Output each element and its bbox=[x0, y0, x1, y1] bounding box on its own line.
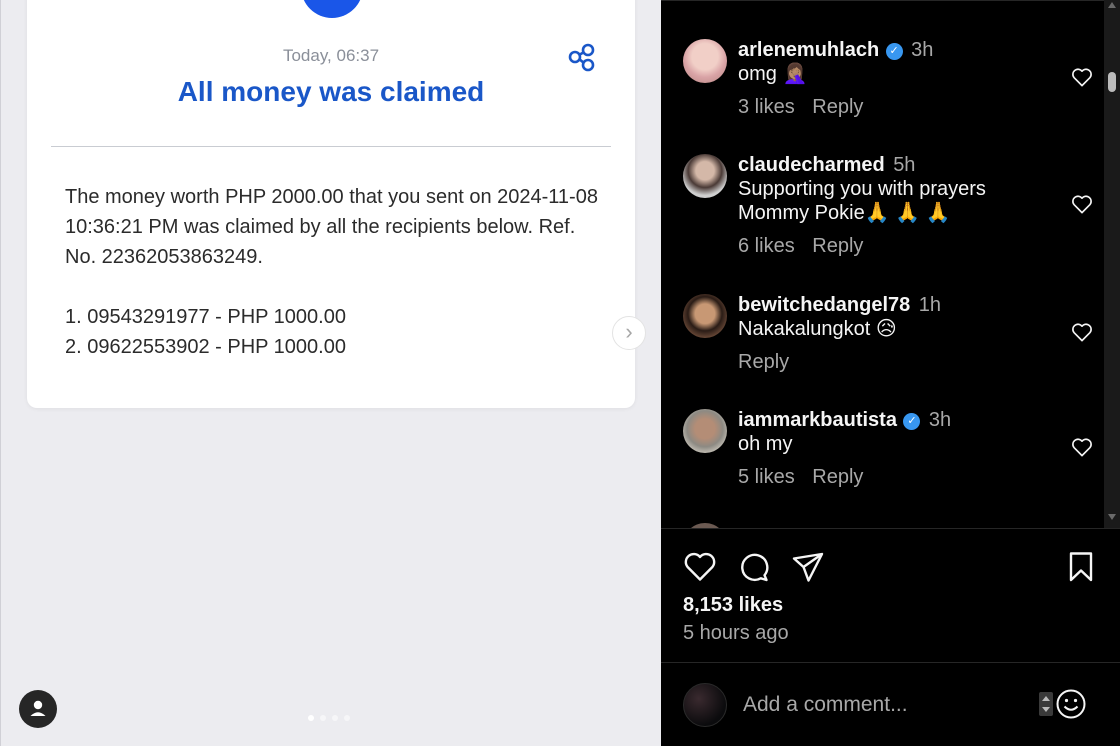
post-actions bbox=[661, 540, 1120, 590]
carousel-dot[interactable] bbox=[332, 715, 338, 721]
comment-reply-button[interactable]: Reply bbox=[812, 96, 863, 118]
comments-scrollbar[interactable] bbox=[1104, 0, 1120, 528]
add-comment-input[interactable] bbox=[743, 689, 1033, 721]
actions-divider bbox=[661, 528, 1120, 529]
comment-bubble-icon[interactable] bbox=[737, 550, 771, 584]
bookmark-icon[interactable] bbox=[1064, 550, 1098, 584]
commenter-avatar[interactable] bbox=[683, 294, 727, 338]
input-spinner-icon[interactable] bbox=[1039, 692, 1053, 716]
user-icon bbox=[30, 700, 46, 716]
comment-text: Nakakalungkot 😥 bbox=[738, 318, 897, 340]
carousel-dot[interactable] bbox=[320, 715, 326, 721]
recipient-item: 2. 09622553902 - PHP 1000.00 bbox=[65, 336, 346, 358]
notification-timestamp: Today, 06:37 bbox=[282, 46, 380, 65]
comment-reply-button[interactable]: Reply bbox=[738, 351, 789, 373]
notification-card: Today, 06:37 All money was claimed The m… bbox=[27, 0, 635, 408]
comment-username[interactable]: claudecharmed bbox=[738, 154, 885, 176]
comment-likes[interactable]: 3 likes bbox=[738, 96, 795, 118]
carousel-dot[interactable] bbox=[308, 715, 314, 721]
recipient-list: 1. 09543291977 - PHP 1000.00 2. 09622553… bbox=[65, 302, 346, 362]
like-comment-heart-icon[interactable] bbox=[1071, 67, 1093, 87]
notification-title: All money was claimed bbox=[177, 76, 485, 107]
like-heart-icon[interactable] bbox=[683, 550, 717, 584]
comment-list[interactable]: arlenemuhlach ✓ 3h omg 🤦🏽‍♀️ 3 likes Rep… bbox=[661, 0, 1104, 528]
recipient-item: 1. 09543291977 - PHP 1000.00 bbox=[65, 306, 346, 328]
comment-username[interactable]: iammarkbautista bbox=[738, 409, 897, 431]
comment-reply-button[interactable]: Reply bbox=[812, 235, 863, 257]
carousel-dot[interactable] bbox=[344, 715, 350, 721]
card-divider bbox=[51, 146, 611, 147]
scroll-down-icon[interactable] bbox=[1108, 514, 1116, 520]
verified-badge-icon: ✓ bbox=[885, 43, 903, 60]
like-comment-heart-icon[interactable] bbox=[1071, 437, 1093, 457]
carousel-dots bbox=[308, 715, 350, 721]
emoji-picker-icon[interactable] bbox=[1055, 688, 1087, 720]
comment-username[interactable]: bewitchedangel78 bbox=[738, 294, 910, 316]
comment-time: 3h bbox=[928, 409, 952, 431]
comment-text: Supporting you with prayers Mommy Pokie🙏… bbox=[738, 178, 986, 224]
add-comment-divider bbox=[661, 662, 1120, 663]
commenter-avatar[interactable] bbox=[683, 39, 727, 83]
notification-message: The money worth PHP 2000.00 that you sen… bbox=[65, 186, 598, 268]
chevron-right-icon: › bbox=[625, 319, 633, 344]
carousel-next-button[interactable]: › bbox=[612, 316, 646, 350]
comment-reply-button[interactable]: Reply bbox=[812, 466, 863, 488]
commenter-avatar[interactable] bbox=[683, 409, 727, 453]
comment-likes[interactable]: 6 likes bbox=[738, 235, 795, 257]
comment-text: oh my bbox=[738, 433, 793, 455]
comment-time: 5h bbox=[893, 154, 916, 176]
share-paper-plane-icon[interactable] bbox=[791, 550, 825, 584]
scroll-up-icon[interactable] bbox=[1108, 2, 1116, 8]
app-logo bbox=[301, 0, 363, 18]
post-media-panel: Today, 06:37 All money was claimed The m… bbox=[0, 0, 661, 746]
scroll-thumb[interactable] bbox=[1108, 72, 1116, 92]
like-comment-heart-icon[interactable] bbox=[1071, 194, 1093, 214]
like-comment-heart-icon[interactable] bbox=[1071, 322, 1093, 342]
comment-likes[interactable]: 5 likes bbox=[738, 466, 795, 488]
share-icon[interactable] bbox=[567, 42, 595, 72]
comments-panel: arlenemuhlach ✓ 3h omg 🤦🏽‍♀️ 3 likes Rep… bbox=[661, 0, 1120, 746]
current-user-avatar bbox=[683, 683, 727, 727]
comment-time: 1h bbox=[918, 294, 941, 316]
post-likes-count[interactable]: 8,153 likes bbox=[683, 594, 783, 617]
comment-text: omg 🤦🏽‍♀️ bbox=[738, 63, 808, 85]
post-time[interactable]: 5 hours ago bbox=[683, 622, 789, 645]
comment-username[interactable]: arlenemuhlach bbox=[738, 39, 879, 61]
tagged-users-button[interactable] bbox=[19, 690, 57, 728]
commenter-avatar[interactable] bbox=[683, 154, 727, 198]
verified-badge-icon: ✓ bbox=[903, 413, 921, 430]
comment-time: 3h bbox=[911, 39, 934, 61]
